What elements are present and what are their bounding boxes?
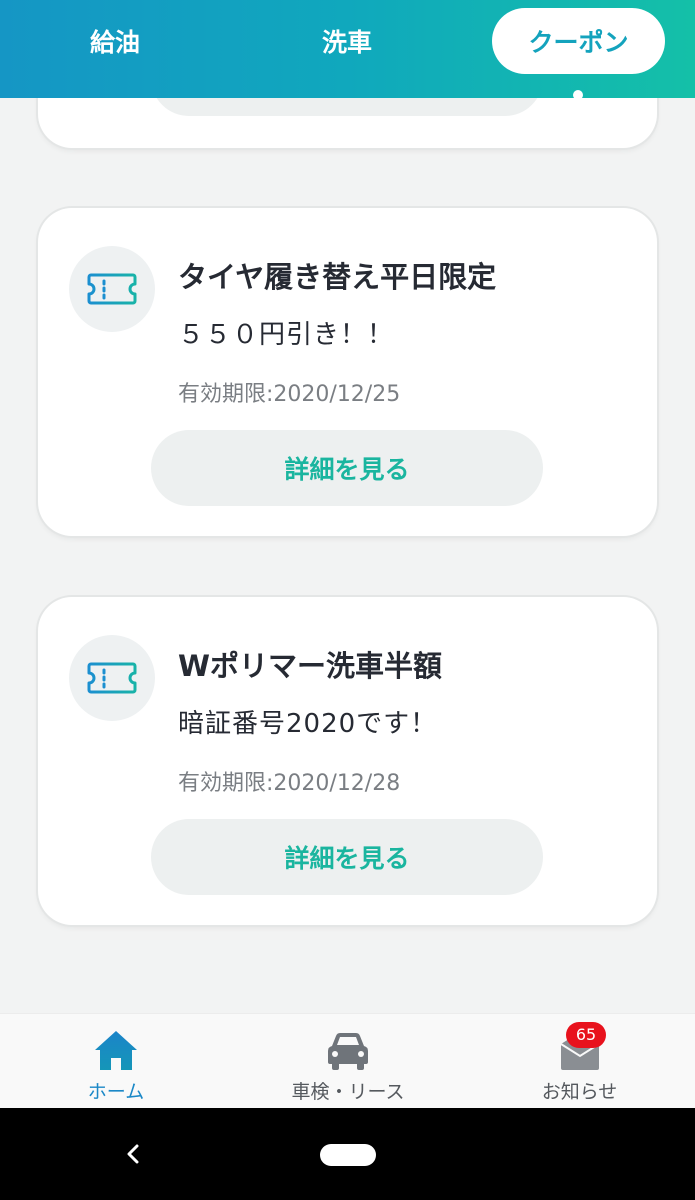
coupon-description: ５５０円引き！！ bbox=[178, 320, 395, 350]
tab-car-wash[interactable]: 洗車 bbox=[272, 8, 422, 74]
active-tab-indicator bbox=[573, 90, 583, 100]
coupon-expiry: 有効期限:2020/12/28 bbox=[178, 771, 401, 796]
ticket-icon bbox=[69, 246, 155, 332]
system-home-button[interactable] bbox=[320, 1144, 376, 1166]
coupon-description: 暗証番号2020です！ bbox=[178, 709, 438, 739]
detail-button[interactable]: 詳細を見る bbox=[151, 430, 543, 506]
home-icon bbox=[95, 1031, 137, 1070]
car-icon bbox=[328, 1033, 368, 1070]
tab-coupon[interactable]: クーポン bbox=[492, 8, 665, 74]
ticket-icon bbox=[69, 635, 155, 721]
nav-item-inspection-lease[interactable]: 車検・リース bbox=[232, 1014, 464, 1109]
coupon-screen: 給油 洗車 クーポン タイヤ履き替え平日限定 ５５０円引き！！ 有効期限:202… bbox=[0, 0, 695, 1200]
notification-count-badge: 65 bbox=[566, 1022, 606, 1048]
coupon-title: Wポリマー洗車半額 bbox=[178, 649, 442, 683]
coupon-title: タイヤ履き替え平日限定 bbox=[178, 260, 497, 294]
tab-refuel[interactable]: 給油 bbox=[40, 8, 190, 74]
coupon-card: Wポリマー洗車半額 暗証番号2020です！ 有効期限:2020/12/28 詳細… bbox=[38, 597, 657, 925]
nav-item-home[interactable]: ホーム bbox=[0, 1014, 232, 1109]
back-icon[interactable] bbox=[118, 1136, 148, 1172]
nav-label-notifications: お知らせ bbox=[541, 1081, 618, 1103]
top-tab-bar: 給油 洗車 クーポン bbox=[0, 0, 695, 100]
coupon-expiry: 有効期限:2020/12/25 bbox=[178, 382, 401, 407]
nav-item-notifications[interactable]: 65 お知らせ bbox=[464, 1014, 695, 1109]
nav-label-inspection-lease: 車検・リース bbox=[291, 1081, 405, 1103]
detail-button[interactable]: 詳細を見る bbox=[151, 819, 543, 895]
bottom-navigation: ホーム 車検・リース 65 お知らせ bbox=[0, 1013, 695, 1108]
coupon-card: タイヤ履き替え平日限定 ５５０円引き！！ 有効期限:2020/12/25 詳細を… bbox=[38, 208, 657, 536]
nav-label-home: ホーム bbox=[87, 1081, 145, 1103]
